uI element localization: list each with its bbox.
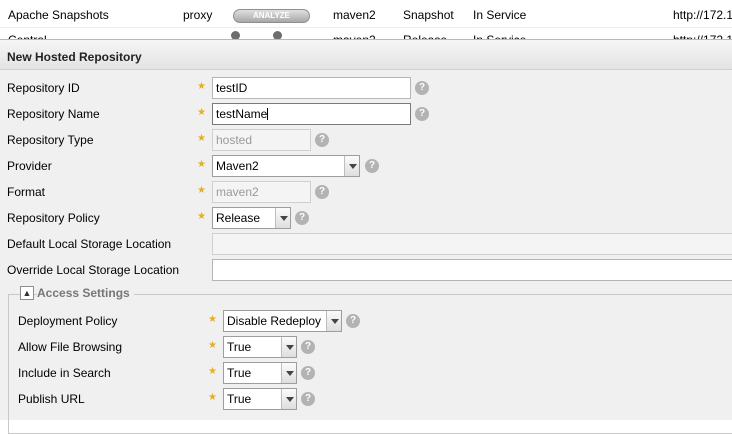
repository-id-label: Repository ID [7, 81, 80, 95]
required-star-icon: ★ [208, 392, 217, 403]
include-search-label: Include in Search [18, 366, 111, 380]
publish-url-select[interactable]: True [223, 388, 297, 410]
chevron-down-icon[interactable] [281, 337, 296, 357]
repo-policy-cell: Snapshot [403, 8, 454, 22]
override-storage-input[interactable] [212, 259, 732, 281]
repo-status-cell: In Service [473, 8, 527, 22]
help-icon[interactable]: ? [415, 81, 429, 95]
repo-format-cell: maven2 [333, 8, 376, 22]
format-value: maven2 [216, 185, 259, 199]
file-browsing-label: Allow File Browsing [18, 340, 123, 354]
provider-select[interactable]: Maven2 [212, 155, 360, 177]
format-input: maven2 [212, 181, 311, 203]
help-icon[interactable]: ? [415, 107, 429, 121]
chevron-down-icon[interactable] [275, 208, 290, 228]
repository-policy-value: Release [216, 211, 261, 225]
chevron-down-icon[interactable] [281, 363, 296, 383]
include-search-value: True [227, 366, 252, 380]
required-star-icon: ★ [197, 211, 206, 222]
deployment-policy-value: Disable Redeploy [227, 314, 322, 328]
required-star-icon: ★ [208, 366, 217, 377]
required-star-icon: ★ [208, 340, 217, 351]
repository-name-input[interactable]: testName [212, 103, 411, 125]
required-star-icon: ★ [197, 159, 206, 170]
help-icon[interactable]: ? [346, 314, 360, 328]
required-star-icon: ★ [197, 81, 206, 92]
chevron-down-icon[interactable] [281, 389, 296, 409]
override-storage-label: Override Local Storage Location [7, 263, 180, 277]
new-hosted-repository-panel: New Hosted Repository Repository ID ★ te… [0, 39, 732, 434]
publish-url-value: True [227, 392, 252, 406]
text-caret [267, 108, 269, 120]
help-icon[interactable]: ? [315, 185, 329, 199]
required-star-icon: ★ [197, 107, 206, 118]
provider-label: Provider [7, 159, 52, 173]
chevron-down-icon[interactable] [326, 311, 341, 331]
repository-policy-select[interactable]: Release [212, 207, 291, 229]
repository-type-label: Repository Type [7, 133, 94, 147]
deployment-policy-label: Deployment Policy [18, 314, 118, 328]
help-icon[interactable]: ? [301, 366, 315, 380]
format-label: Format [7, 185, 46, 199]
publish-url-label: Publish URL [18, 392, 85, 406]
repository-policy-label: Repository Policy [7, 211, 100, 225]
panel-title: New Hosted Repository [7, 50, 142, 64]
help-icon[interactable]: ? [365, 159, 379, 173]
repository-id-input[interactable]: testID [212, 77, 411, 99]
required-star-icon: ★ [197, 185, 206, 196]
panel-header: New Hosted Repository [0, 40, 732, 70]
access-settings-legend: Access Settings [37, 286, 134, 300]
table-row[interactable]: Apache Snapshots proxy ANALYZE maven2 Sn… [0, 0, 732, 28]
default-storage-input [212, 233, 732, 255]
chevron-down-icon[interactable] [344, 156, 359, 176]
provider-value: Maven2 [216, 159, 259, 173]
help-icon[interactable]: ? [295, 211, 309, 225]
collapse-toggle-icon[interactable]: ▲ [20, 286, 34, 300]
analyze-button[interactable]: ANALYZE [233, 9, 310, 23]
file-browsing-value: True [227, 340, 252, 354]
repository-type-value: hosted [216, 133, 253, 147]
include-search-select[interactable]: True [223, 362, 297, 384]
repo-type-cell: proxy [183, 8, 213, 22]
repo-name-cell: Apache Snapshots [8, 8, 109, 22]
repository-name-label: Repository Name [7, 107, 100, 121]
file-browsing-select[interactable]: True [223, 336, 297, 358]
deployment-policy-select[interactable]: Disable Redeploy [223, 310, 342, 332]
required-star-icon: ★ [197, 133, 206, 144]
repository-id-value: testID [216, 81, 248, 95]
help-icon[interactable]: ? [315, 133, 329, 147]
repository-type-input: hosted [212, 129, 311, 151]
repository-name-value: testName [216, 107, 268, 121]
required-star-icon: ★ [208, 314, 217, 325]
help-icon[interactable]: ? [301, 340, 315, 354]
help-icon[interactable]: ? [301, 392, 315, 406]
repo-url-link[interactable]: http://172.1 [673, 8, 732, 22]
default-storage-label: Default Local Storage Location [7, 237, 172, 251]
